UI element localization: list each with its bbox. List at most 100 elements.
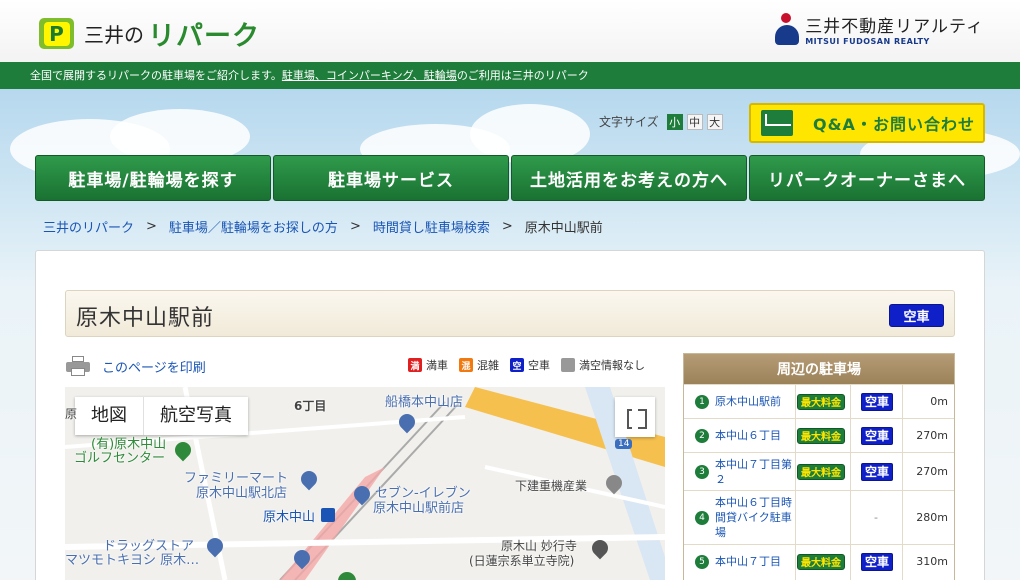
legend-vacant: 空 空車 bbox=[510, 357, 550, 373]
nearby-parking: 周辺の駐車場 1 原木中山駅前 最大料金 空車 0m 2 本中山６丁目 最大料金… bbox=[683, 353, 955, 580]
fullscreen-icon[interactable] bbox=[615, 397, 655, 437]
breadcrumb: 三井のリパーク > 駐車場／駐輪場をお探しの方 > 時間貸し駐車場検索 > 原木… bbox=[43, 217, 603, 236]
map-type-tabs: 地図 航空写真 bbox=[75, 397, 248, 435]
map-label: 原木中山駅北店 bbox=[196, 486, 288, 501]
legend-label: 空車 bbox=[528, 359, 550, 372]
logo-repark-text: リパーク bbox=[148, 21, 260, 52]
font-size-medium-button[interactable]: 中 bbox=[686, 113, 703, 130]
distance: 270m bbox=[916, 465, 948, 478]
vacancy-status: 空車 bbox=[861, 426, 893, 445]
legend-label: 満車 bbox=[426, 359, 448, 372]
breadcrumb-current: 原木中山駅前 bbox=[524, 221, 603, 236]
realty-name-jp: 三井不動産リアルティ bbox=[805, 17, 984, 37]
parking-name[interactable]: 本中山７丁目第２ bbox=[715, 457, 795, 487]
map-label: マツモトキヨシ 原木… bbox=[65, 553, 200, 568]
vacancy-status: - bbox=[874, 511, 878, 524]
legend-full: 満 満車 bbox=[408, 357, 448, 373]
nav-land-use[interactable]: 土地活用をお考えの方へ bbox=[511, 155, 747, 201]
distance: 270m bbox=[916, 429, 948, 442]
vacancy-status: 空車 bbox=[861, 462, 893, 481]
legend-no-info: 満空情報なし bbox=[561, 357, 645, 373]
vacancy-status: 空車 bbox=[861, 392, 893, 411]
info-link[interactable]: 駐車場、コインパーキング、駐輪場 bbox=[282, 69, 457, 82]
breadcrumb-level2[interactable]: 時間貸し駐車場検索 bbox=[373, 217, 490, 236]
max-price-badge[interactable]: 最大料金 bbox=[797, 393, 845, 410]
route-shield: 14 bbox=[615, 439, 633, 449]
print-link[interactable]: このページを印刷 bbox=[66, 356, 206, 376]
title-box: 原木中山駅前 空車 bbox=[65, 290, 955, 337]
parking-name[interactable]: 原木中山駅前 bbox=[715, 394, 795, 409]
info-bar: 全国で展開するリパークの駐車場をご紹介します。駐車場、コインパーキング、駐輪場の… bbox=[0, 62, 1020, 89]
legend-label: 満空情報なし bbox=[579, 359, 645, 372]
mitsui-realty-logo[interactable]: 三井不動産リアルティ MITSUI FUDOSAN REALTY bbox=[773, 12, 984, 46]
nearby-row[interactable]: 2 本中山６丁目 最大料金 空車 270m bbox=[684, 418, 954, 452]
breadcrumb-separator: > bbox=[146, 219, 157, 234]
row-number: 3 bbox=[695, 464, 709, 479]
qa-contact-button[interactable]: Q&A・お問い合わせ bbox=[749, 103, 985, 143]
map-label: 原木中山 bbox=[263, 510, 316, 525]
distance: 280m bbox=[916, 511, 948, 524]
nearby-row[interactable]: 4 本中山６丁目時間貸バイク駐車場 - 280m bbox=[684, 490, 954, 544]
nav-find-parking[interactable]: 駐車場/駐輪場を探す bbox=[35, 155, 271, 201]
full-icon: 満 bbox=[408, 358, 422, 372]
max-price-badge[interactable]: 最大料金 bbox=[797, 427, 845, 444]
font-size-large-button[interactable]: 大 bbox=[706, 113, 723, 130]
realty-mark-icon bbox=[773, 13, 801, 45]
max-price-badge[interactable]: 最大料金 bbox=[797, 553, 845, 570]
logo-mitsui-text: 三井の bbox=[84, 23, 144, 47]
repark-logo[interactable]: P 三井の リパーク bbox=[39, 14, 260, 53]
parking-name[interactable]: 本中山６丁目 bbox=[715, 428, 795, 443]
distance: 310m bbox=[916, 555, 948, 568]
tab-aerial[interactable]: 航空写真 bbox=[144, 397, 248, 435]
breadcrumb-separator: > bbox=[349, 219, 361, 234]
row-number: 5 bbox=[695, 554, 709, 569]
nearby-heading: 周辺の駐車場 bbox=[684, 354, 954, 384]
parking-name[interactable]: 本中山６丁目時間貸バイク駐車場 bbox=[715, 495, 795, 540]
row-number: 2 bbox=[695, 428, 709, 443]
map-label: 原 bbox=[65, 407, 78, 421]
station-icon bbox=[321, 508, 335, 522]
row-number: 4 bbox=[695, 510, 709, 525]
crowded-icon: 混 bbox=[459, 358, 473, 372]
font-size-label: 文字サイズ bbox=[599, 115, 659, 129]
nav-parking-service[interactable]: 駐車場サービス bbox=[273, 155, 509, 201]
breadcrumb-level1[interactable]: 駐車場／駐輪場をお探しの方 bbox=[169, 217, 338, 236]
no-info-icon bbox=[561, 358, 575, 372]
font-size-small-button[interactable]: 小 bbox=[666, 113, 683, 130]
print-label: このページを印刷 bbox=[102, 360, 206, 376]
nearby-row[interactable]: 5 本中山７丁目 最大料金 空車 310m bbox=[684, 544, 954, 578]
status-legend: 満 満車 混 混雑 空 空車 満空情報なし bbox=[408, 357, 656, 373]
distance: 0m bbox=[930, 395, 948, 408]
map-view[interactable]: 地図 航空写真 原 6丁目 船橋本中山店 (有)原木中山 ゴルフセンター ファミ… bbox=[65, 387, 665, 580]
qa-contact-label: Q&A・お問い合わせ bbox=[813, 115, 975, 134]
max-price-badge[interactable]: 最大料金 bbox=[797, 463, 845, 480]
info-text-before: 全国で展開するリパークの駐車場をご紹介します。 bbox=[30, 69, 282, 82]
breadcrumb-home[interactable]: 三井のリパーク bbox=[43, 217, 134, 236]
vacancy-status: 空車 bbox=[861, 552, 893, 571]
map-label: 6丁目 bbox=[294, 399, 327, 413]
realty-name-en: MITSUI FUDOSAN REALTY bbox=[805, 37, 930, 46]
parking-p-icon: P bbox=[39, 18, 74, 49]
map-label: 下建重機産業 bbox=[515, 479, 588, 493]
nav-owners[interactable]: リパークオーナーさまへ bbox=[749, 155, 985, 201]
tab-map[interactable]: 地図 bbox=[75, 397, 144, 435]
status-badge: 空車 bbox=[889, 304, 944, 327]
nearby-row[interactable]: 1 原木中山駅前 最大料金 空車 0m bbox=[684, 384, 954, 418]
map-label: ゴルフセンター bbox=[74, 451, 166, 466]
map-label: 原木中山駅前店 bbox=[373, 501, 465, 516]
map-label: (日蓮宗系単立寺院) bbox=[469, 554, 575, 568]
mail-icon bbox=[761, 110, 793, 136]
site-header: P 三井の リパーク 三井不動産リアルティ MITSUI FUDOSAN REA… bbox=[0, 0, 1020, 62]
legend-crowded: 混 混雑 bbox=[459, 357, 499, 373]
legend-label: 混雑 bbox=[477, 359, 499, 372]
page-title: 原木中山駅前 bbox=[76, 306, 215, 331]
map-label: 船橋本中山店 bbox=[385, 395, 464, 410]
row-number: 1 bbox=[695, 394, 709, 409]
parking-name[interactable]: 本中山７丁目 bbox=[715, 554, 795, 569]
breadcrumb-separator: > bbox=[501, 219, 513, 234]
printer-icon bbox=[66, 356, 90, 376]
vacant-icon: 空 bbox=[510, 358, 524, 372]
nearby-row[interactable]: 3 本中山７丁目第２ 最大料金 空車 270m bbox=[684, 452, 954, 490]
font-size-switcher: 文字サイズ 小 中 大 bbox=[599, 113, 723, 130]
info-text-after: のご利用は三井のリパーク bbox=[456, 69, 589, 82]
